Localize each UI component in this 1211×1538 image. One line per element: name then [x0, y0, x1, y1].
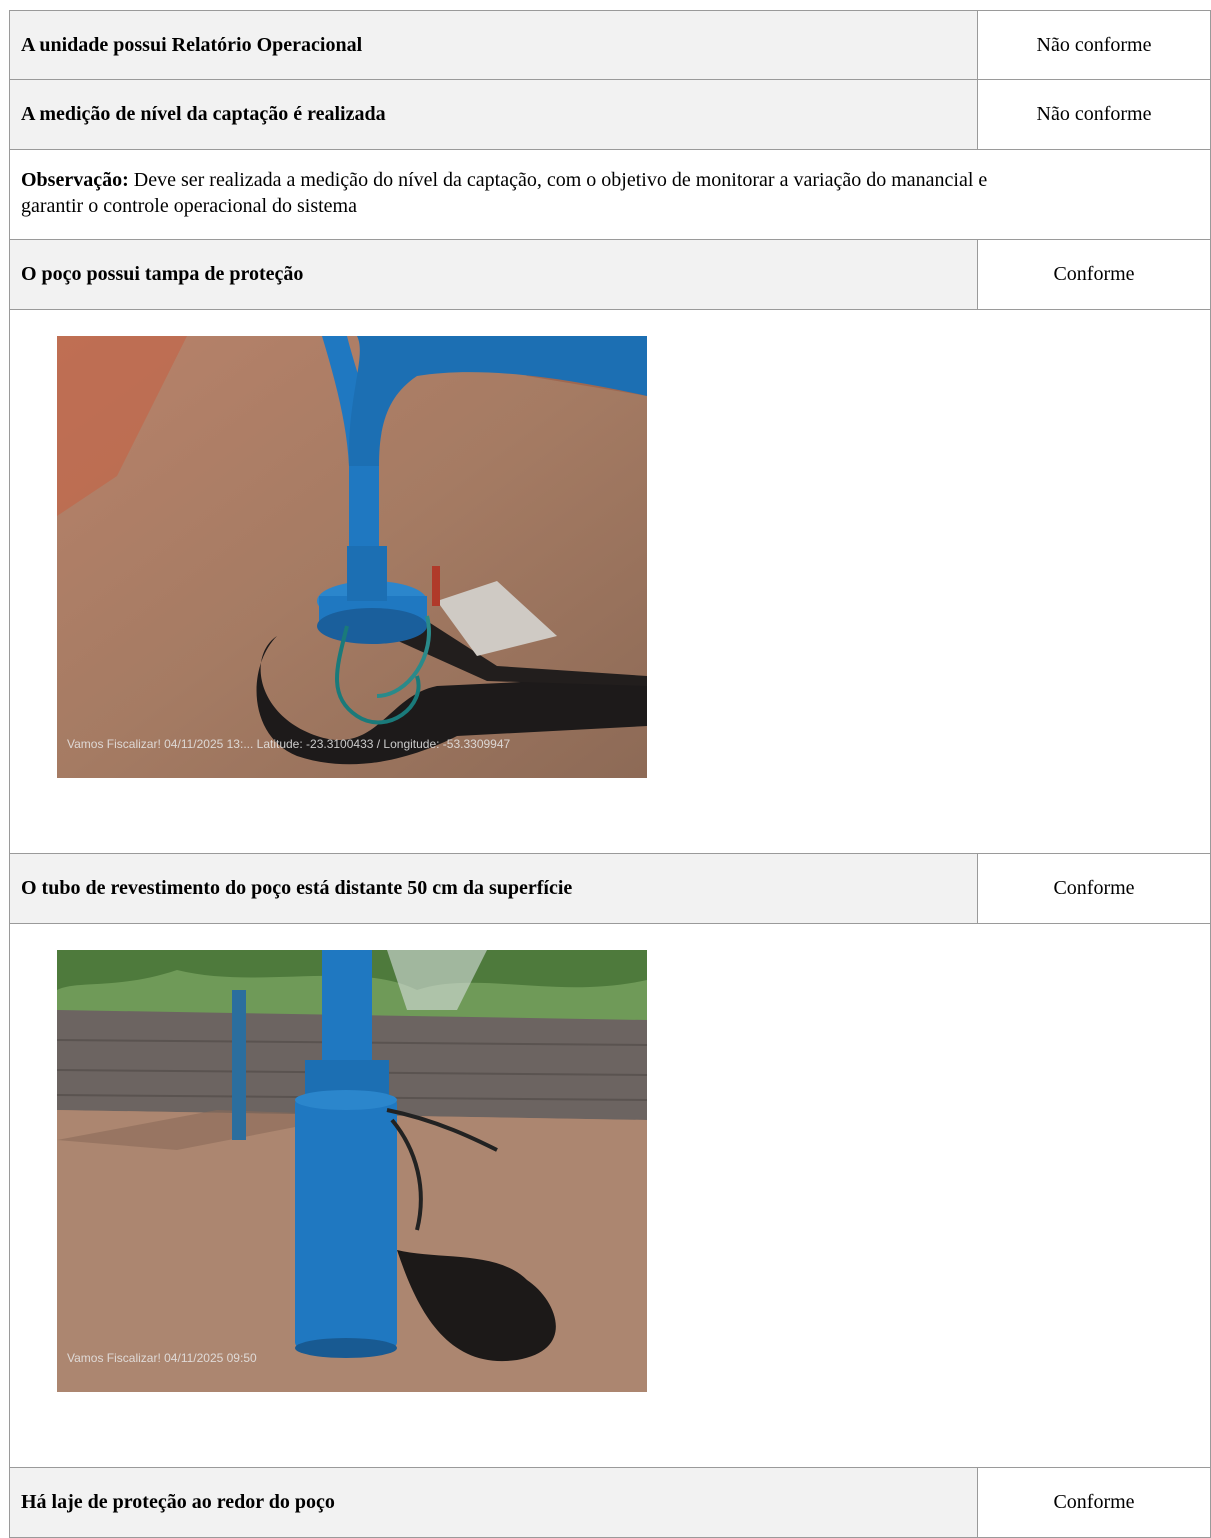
- photo-row: Vamos Fiscalizar! 04/11/2025 13:... Lati…: [9, 310, 1211, 854]
- inspection-table: A unidade possui Relatório Operacional N…: [9, 10, 1211, 1538]
- checklist-row: Há laje de proteção ao redor do poço Con…: [9, 1468, 1211, 1538]
- photo-watermark: Vamos Fiscalizar! 04/11/2025 13:... Lati…: [67, 737, 511, 751]
- checklist-row: A medição de nível da captação é realiza…: [9, 80, 1211, 150]
- observation-text: Observação: Deve ser realizada a medição…: [10, 150, 987, 239]
- question-label: A medição de nível da captação é realiza…: [21, 103, 386, 125]
- photo-watermark: Vamos Fiscalizar! 04/11/2025 09:50: [67, 1351, 257, 1365]
- observation-label: Observação:: [21, 169, 129, 191]
- well-cap-photo: Vamos Fiscalizar! 04/11/2025 13:... Lati…: [57, 336, 647, 778]
- well-casing-photo: Vamos Fiscalizar! 04/11/2025 09:50: [57, 950, 647, 1392]
- observation-line-2: garantir o controle operacional do siste…: [21, 195, 357, 217]
- photo-row: Vamos Fiscalizar! 04/11/2025 09:50: [9, 924, 1211, 1468]
- observation-row: Observação: Deve ser realizada a medição…: [9, 150, 1211, 240]
- status-value: Conforme: [977, 240, 1210, 309]
- checklist-row: A unidade possui Relatório Operacional N…: [9, 10, 1211, 80]
- checklist-row: O poço possui tampa de proteção Conforme: [9, 240, 1211, 310]
- question-label: O poço possui tampa de proteção: [21, 263, 304, 285]
- observation-line-1: Deve ser realizada a medição do nível da…: [128, 169, 988, 191]
- question-label: A unidade possui Relatório Operacional: [21, 33, 363, 56]
- question-label: O tubo de revestimento do poço está dist…: [21, 877, 573, 899]
- status-value: Não conforme: [977, 80, 1210, 149]
- status-value: Não conforme: [977, 11, 1210, 79]
- status-value: Conforme: [977, 854, 1210, 923]
- checklist-row: O tubo de revestimento do poço está dist…: [9, 854, 1211, 924]
